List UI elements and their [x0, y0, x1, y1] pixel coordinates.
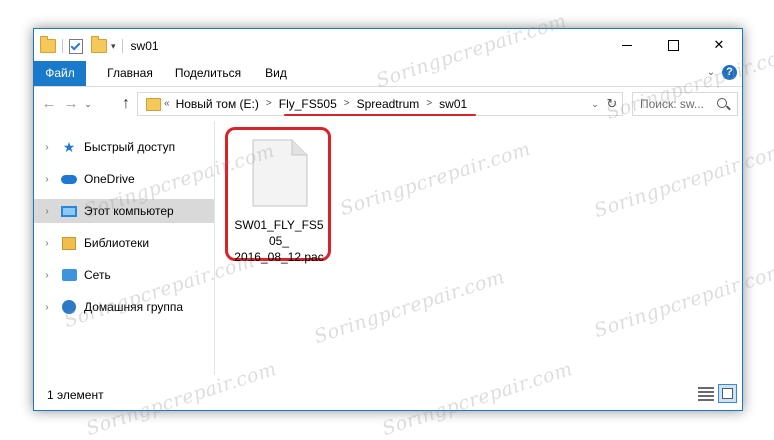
sidebar-item-label: Быстрый доступ	[84, 140, 176, 154]
address-bar[interactable]: « Новый том (E:) > Fly_FS505 > Spreadtru…	[137, 92, 623, 116]
chevron-right-icon[interactable]: ›	[40, 238, 54, 249]
expand-ribbon-icon[interactable]: ⌄	[704, 66, 718, 80]
sidebar-item-label: Домашняя группа	[84, 300, 184, 314]
customize-toolbar-icon[interactable]: ▾	[111, 41, 116, 52]
breadcrumb-separator-icon[interactable]: >	[344, 93, 350, 115]
folder-icon	[40, 36, 56, 53]
file-item[interactable]: SW01_FLY_FS505_ 2016_08_12.pac	[232, 133, 326, 264]
details-view-icon[interactable]	[698, 386, 714, 402]
recent-locations-button[interactable]: ⌄	[82, 95, 94, 113]
breadcrumb-drive[interactable]: Новый том (E:)	[176, 93, 259, 115]
item-count: 1 элемент	[47, 388, 104, 402]
search-icon	[717, 98, 727, 108]
refresh-icon[interactable]: ↻	[604, 95, 620, 113]
forward-button[interactable]: →	[62, 95, 80, 113]
minimize-icon	[622, 44, 632, 46]
new-folder-icon[interactable]	[91, 36, 107, 53]
sidebar-item-label: Этот компьютер	[84, 204, 174, 218]
file-name: SW01_FLY_FS505_ 2016_08_12.pac	[232, 217, 326, 265]
overflow-chevron-icon[interactable]: «	[164, 93, 170, 115]
tab-view[interactable]: Вид	[258, 61, 294, 86]
quick-access-toolbar: ▾ sw01	[40, 36, 159, 55]
breadcrumb-spreadtrum[interactable]: Spreadtrum	[357, 93, 420, 115]
computer-icon	[60, 203, 78, 219]
minimize-button[interactable]	[604, 29, 650, 61]
maximize-icon	[667, 39, 679, 51]
file-name-line: SW01_FLY_FS505_	[234, 218, 324, 248]
back-button[interactable]: ←	[40, 95, 58, 113]
close-icon: ✕	[713, 37, 725, 52]
maximize-button[interactable]	[650, 29, 696, 61]
sidebar-item-onedrive[interactable]: › OneDrive	[34, 167, 214, 191]
folder-icon	[146, 98, 161, 111]
address-history-icon[interactable]: ⌄	[588, 96, 602, 112]
file-name-line: 2016_08_12.pac	[234, 250, 324, 264]
chevron-right-icon[interactable]: ›	[40, 270, 54, 281]
properties-icon[interactable]	[69, 38, 83, 54]
help-icon[interactable]: ?	[722, 65, 737, 80]
cloud-icon	[60, 171, 78, 187]
explorer-window: ▾ sw01 ✕ Файл Главная Поделиться Вид ⌄ ?…	[33, 28, 743, 411]
chevron-right-icon[interactable]: ›	[40, 142, 54, 153]
breadcrumb-sw01[interactable]: sw01	[439, 93, 467, 115]
document-file-icon	[252, 139, 308, 207]
breadcrumb-fly-fs505[interactable]: Fly_FS505	[279, 93, 337, 115]
close-button[interactable]: ✕	[696, 29, 742, 61]
homegroup-icon	[60, 299, 78, 315]
search-input[interactable]: Поиск: sw...	[632, 92, 738, 116]
tab-home[interactable]: Главная	[100, 61, 160, 86]
tab-file[interactable]: Файл	[34, 61, 86, 86]
window-title: sw01	[130, 39, 159, 53]
sidebar-item-network[interactable]: › Сеть	[34, 263, 214, 287]
path-highlight-underline	[284, 114, 476, 116]
sidebar-item-quick-access[interactable]: › ★ Быстрый доступ	[34, 135, 214, 159]
status-bar: 1 элемент	[34, 376, 742, 410]
sidebar-item-homegroup[interactable]: › Домашняя группа	[34, 295, 214, 319]
breadcrumb: « Новый том (E:) > Fly_FS505 > Spreadtru…	[164, 93, 467, 115]
search-placeholder: Поиск: sw...	[640, 97, 704, 111]
chevron-right-icon[interactable]: ›	[40, 206, 54, 217]
large-icons-view-icon[interactable]	[718, 384, 737, 403]
star-icon: ★	[62, 138, 76, 155]
title-bar: ▾ sw01 ✕	[34, 29, 742, 61]
breadcrumb-separator-icon[interactable]: >	[266, 93, 272, 115]
network-icon	[60, 267, 78, 283]
sidebar-item-label: Сеть	[84, 268, 111, 282]
up-button[interactable]: ↑	[117, 95, 135, 113]
sidebar-item-label: OneDrive	[84, 172, 135, 186]
chevron-right-icon[interactable]: ›	[40, 174, 54, 185]
file-list: SW01_FLY_FS505_ 2016_08_12.pac	[215, 121, 742, 375]
sidebar-item-label: Библиотеки	[84, 236, 150, 250]
sidebar-item-libraries[interactable]: › Библиотеки	[34, 231, 214, 255]
ribbon-tabs: Файл Главная Поделиться Вид ⌄ ?	[34, 61, 742, 87]
library-icon	[60, 235, 78, 251]
navigation-pane: › ★ Быстрый доступ › OneDrive › Этот ком…	[34, 121, 215, 375]
breadcrumb-separator-icon[interactable]: >	[426, 93, 432, 115]
sidebar-item-this-pc[interactable]: › Этот компьютер	[34, 199, 214, 223]
tab-share[interactable]: Поделиться	[171, 61, 245, 86]
chevron-right-icon[interactable]: ›	[40, 302, 54, 313]
divider	[62, 39, 63, 53]
divider	[121, 39, 123, 53]
